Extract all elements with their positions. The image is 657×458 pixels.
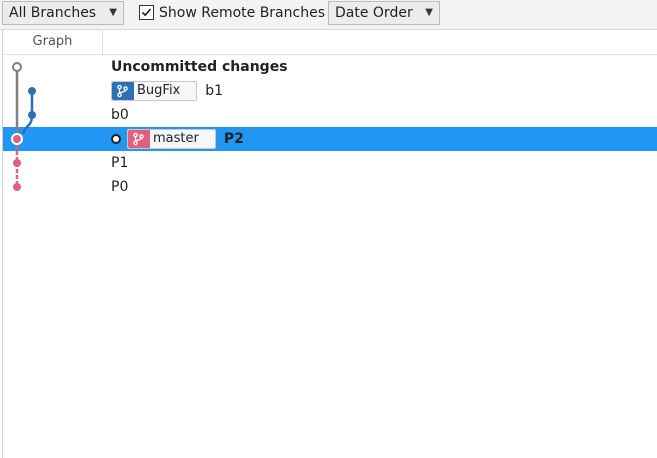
order-label: Date Order	[335, 5, 413, 21]
commit-message: P2	[223, 131, 244, 147]
branch-icon	[128, 130, 150, 148]
show-remote-branches-checkbox[interactable]	[139, 5, 154, 20]
branches-filter-label: All Branches	[9, 5, 97, 21]
commit-message: P0	[111, 179, 129, 195]
commit-graph	[11, 62, 36, 191]
commit-node-p0	[13, 183, 21, 191]
commit-node-b0	[28, 111, 36, 119]
order-dropdown[interactable]: Date Order ▼	[328, 1, 440, 25]
branches-filter-dropdown[interactable]: All Branches ▼	[2, 1, 124, 25]
branch-name: BugFix	[137, 83, 181, 98]
commit-node-p2	[11, 133, 23, 145]
toolbar: All Branches ▼ Show Remote Branches Date…	[0, 0, 657, 30]
show-remote-branches-toggle[interactable]: Show Remote Branches	[139, 1, 325, 25]
commit-graph-panel: Graph Uncommitted changes BugFix b1 b0 ma…	[2, 30, 657, 458]
uncommitted-node	[12, 62, 22, 72]
commit-node-p1	[13, 159, 21, 167]
branch-name: master	[153, 131, 199, 146]
check-icon	[141, 8, 152, 17]
show-remote-branches-label: Show Remote Branches	[159, 5, 325, 21]
branch-icon	[112, 82, 134, 100]
commit-message: Uncommitted changes	[111, 59, 288, 75]
commit-message: b1	[205, 83, 224, 99]
chevron-down-icon: ▼	[109, 7, 117, 18]
commit-node-b1	[28, 87, 36, 95]
commit-message: P1	[111, 155, 129, 171]
commit-message-wrap: master P2	[111, 127, 244, 151]
commit-message: b0	[111, 107, 129, 123]
branch-tag-master[interactable]: master	[127, 129, 216, 149]
head-indicator-icon	[111, 134, 121, 144]
commit-message-wrap: BugFix b1	[111, 79, 223, 103]
chevron-down-icon: ▼	[425, 7, 433, 18]
branch-tag-bugfix[interactable]: BugFix	[111, 81, 198, 101]
